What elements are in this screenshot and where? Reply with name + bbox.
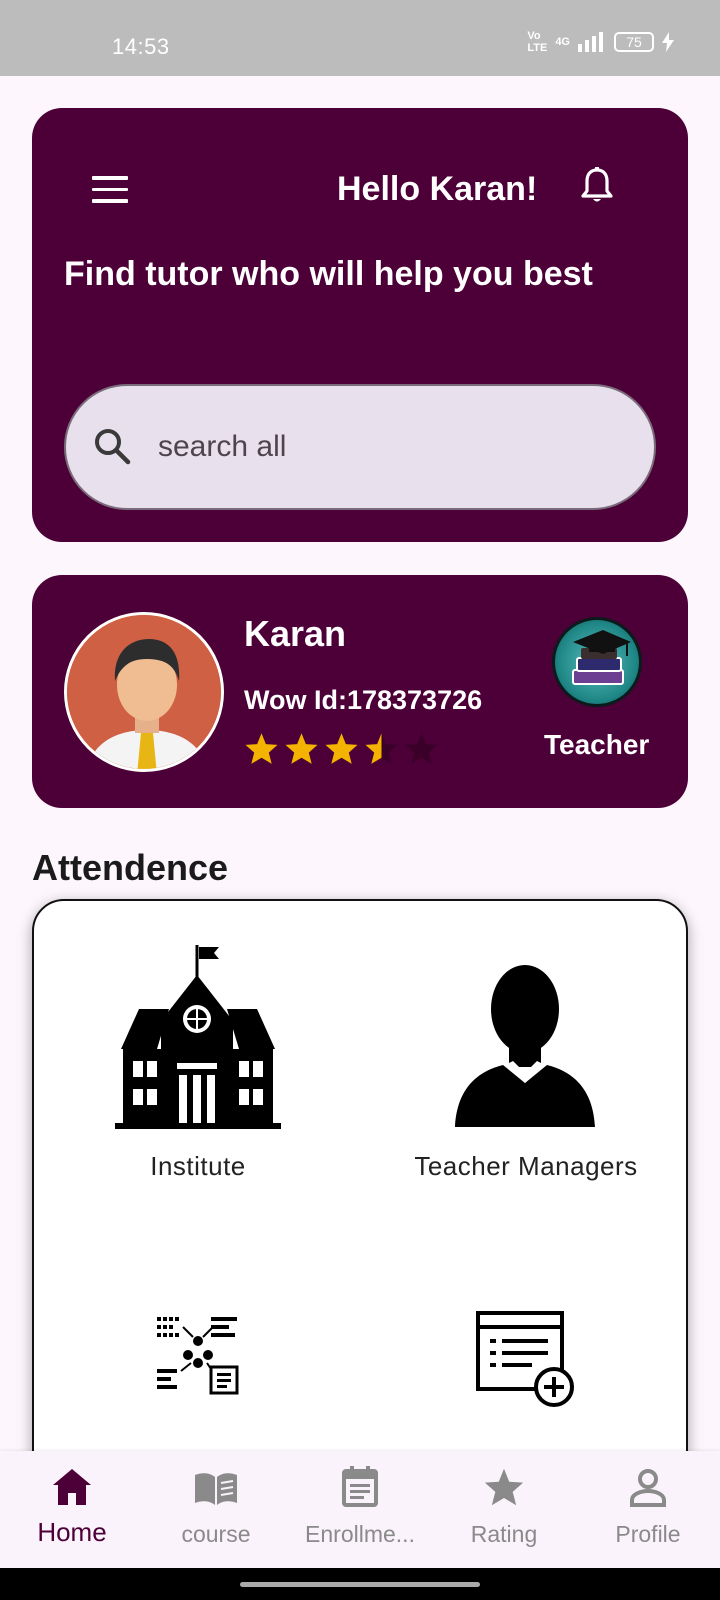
tile-organization[interactable] [34,1311,362,1397]
avatar [64,612,224,772]
section-title: Attendence [32,847,229,888]
profile-card[interactable]: Karan Wow Id:178373726 Teacher [32,575,688,808]
teacher-books-icon [552,617,642,707]
search-icon [95,429,131,465]
nav-label: Enrollme... [305,1521,415,1547]
nav-label: Home [37,1517,107,1547]
institute-building-icon [115,945,281,1129]
nav-label: Rating [470,1521,538,1547]
status-icons: Vo LTE 4G 75 [527,30,674,54]
volte-icon: Vo LTE [527,30,548,54]
rating-star-icon [325,733,358,764]
nav-enrollment[interactable]: Enrollme... [288,1451,432,1568]
tile-institute[interactable]: Institute [34,941,362,1182]
nav-label: course [181,1521,251,1547]
tile-teacher-managers[interactable]: Teacher Managers [362,941,686,1182]
search-bar[interactable] [64,384,656,510]
nav-rating[interactable]: Rating [432,1451,576,1568]
role-label: Teacher [544,729,650,760]
avatar-illustration [67,615,221,769]
nav-home[interactable]: Home [0,1451,144,1568]
star-icon [484,1468,524,1506]
charging-icon [662,32,674,52]
nav-profile[interactable]: Profile [576,1451,720,1568]
greeting: Hello Karan! [337,170,538,208]
notification-bell-icon[interactable] [580,166,614,206]
tile-add-list[interactable] [362,1309,686,1409]
home-indicator[interactable] [240,1582,480,1587]
book-icon [195,1473,237,1505]
calendar-icon [342,1466,378,1507]
battery-icon: 75 [614,32,654,52]
hero-card: Hello Karan! Find tutor who will help yo… [32,108,688,542]
rating-stars [244,731,439,766]
bottom-nav: Home course Enrollme... Rating Profile [0,1451,720,1568]
rating-star-icon [405,733,438,764]
gesture-bar [0,1568,720,1600]
profile-name: Karan [244,613,347,654]
attendance-grid: Institute Teacher Managers [32,899,688,1539]
rating-star-icon [245,733,278,764]
home-icon [53,1469,91,1505]
nav-label: Profile [615,1521,681,1547]
network-type: 4G [555,36,570,48]
status-bar: 14:53 Vo LTE 4G 75 [0,0,720,76]
search-input[interactable] [158,422,618,472]
tile-label: Teacher Managers [414,1151,638,1181]
add-list-icon [476,1311,574,1407]
nav-course[interactable]: course [144,1451,288,1568]
status-time: 14:53 [112,34,170,59]
teacher-silhouette-icon [455,965,595,1127]
person-icon [630,1469,666,1507]
rating-star-icon [365,733,398,764]
headline: Find tutor who will help you best [64,255,593,293]
org-network-icon [157,1317,239,1395]
profile-wow-id: Wow Id:178373726 [244,685,483,715]
tile-label: Institute [150,1151,246,1181]
menu-icon[interactable] [92,176,128,204]
signal-icon [578,32,603,52]
rating-star-icon [285,733,318,764]
